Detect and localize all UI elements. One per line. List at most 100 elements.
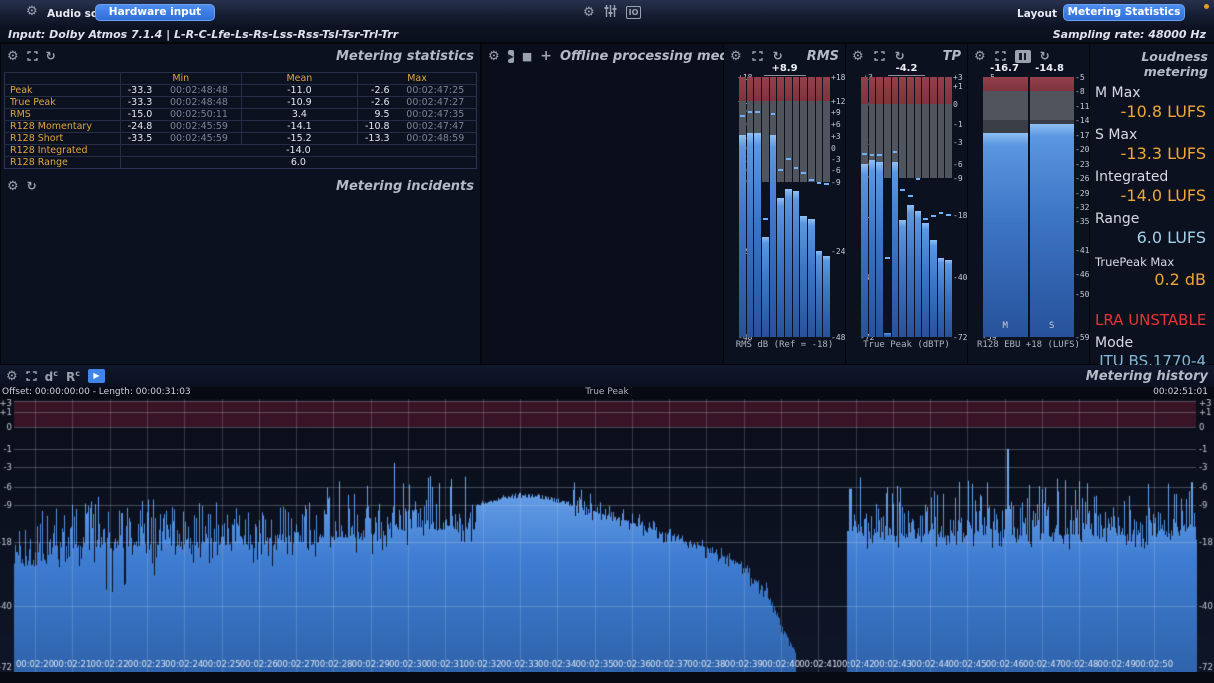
loudness-expand-icon[interactable]	[995, 48, 1006, 64]
stats-refresh-icon[interactable]: ↻	[46, 50, 56, 62]
meter-peak-marker	[908, 195, 913, 197]
meter-channel-column	[823, 77, 830, 337]
rms-meter-panel: ⚙ ↻ RMS +8.9 +18+12+9+6+30-3-6-9-24-48 +…	[724, 44, 845, 364]
meter-red-zone	[808, 77, 815, 101]
meter-channel-column	[922, 77, 929, 337]
window-indicator-dot	[1204, 4, 1209, 9]
meter-peak-marker	[778, 169, 783, 171]
meter-bar	[754, 133, 761, 338]
io-icon[interactable]: IO	[626, 6, 642, 19]
incidents-refresh-icon[interactable]: ↻	[27, 180, 37, 192]
meter-channel-column	[907, 77, 914, 337]
meter-tick-label: +3	[953, 73, 966, 82]
meter-tick-label: +1	[953, 82, 966, 91]
meter-peak-marker	[748, 111, 753, 113]
meter-tick-label: -6	[831, 166, 844, 175]
mode-label: Mode	[1095, 335, 1209, 351]
history-current-time: 00:02:51:01	[1153, 387, 1208, 397]
loudness-gear-icon[interactable]: ⚙	[974, 50, 986, 63]
meter-red-zone	[793, 77, 800, 101]
loudness-item-value: 6.0 LUFS	[1095, 228, 1209, 247]
meter-red-zone	[983, 77, 1028, 91]
tp-gear-icon[interactable]: ⚙	[852, 50, 864, 63]
metering-statistics-button[interactable]: Metering Statistics	[1063, 4, 1185, 21]
meter-bar	[770, 135, 777, 337]
sliders-icon[interactable]	[604, 4, 617, 21]
metering-history-canvas[interactable]	[0, 399, 1214, 672]
meter-bar	[1030, 124, 1075, 337]
meter-channel-column	[861, 77, 868, 337]
offline-processing-panel: ⚙ ▶ ■ + Offline processing media ...	[482, 44, 723, 364]
meter-channel-column	[945, 77, 952, 337]
meter-tick-label: -23	[1075, 160, 1088, 169]
tp-meter-bars	[861, 77, 952, 337]
meter-red-zone	[915, 77, 922, 104]
meter-peak-marker	[801, 172, 806, 174]
stats-expand-icon[interactable]	[27, 48, 38, 64]
audio-source-gear-icon[interactable]: ⚙	[26, 5, 38, 18]
meter-tick-label: +3	[831, 132, 844, 141]
incidents-gear-icon[interactable]: ⚙	[7, 180, 19, 193]
meter-red-zone	[747, 77, 754, 101]
meter-channel-column	[770, 77, 777, 337]
loudness-scale-left: -5-8-11-14-17-20-23-26-29-32-35-41-46-50…	[969, 77, 982, 337]
meter-red-zone	[762, 77, 769, 101]
meter-channel-column	[747, 77, 754, 337]
meter-tick-label: 0	[831, 144, 844, 153]
meter-bar	[938, 258, 945, 337]
meter-tick-label: -29	[1075, 189, 1088, 198]
meter-red-zone	[785, 77, 792, 101]
loudness-pause-button[interactable]	[1015, 50, 1031, 63]
meter-gray-zone	[816, 101, 823, 182]
stats-col-header: Min	[120, 73, 241, 85]
meter-red-zone	[930, 77, 937, 104]
meter-peak-marker	[900, 189, 905, 191]
meter-gray-zone	[899, 104, 906, 178]
meter-tick-label: +9	[831, 108, 844, 117]
meter-red-zone	[1030, 77, 1075, 91]
tp-scale-right: +3+10-1-3-6-9-18-40-72	[953, 77, 966, 337]
meter-tick-label: -8	[1075, 87, 1088, 96]
meter-tick-label: -24	[831, 247, 844, 256]
meter-bar	[930, 240, 937, 337]
duration-counter-icon[interactable]: dc	[45, 369, 58, 384]
meter-gray-zone	[1030, 91, 1075, 124]
stats-gear-icon[interactable]: ⚙	[7, 50, 19, 63]
loudness-scale-right: -5-8-11-14-17-20-23-26-29-32-35-41-46-50…	[1075, 77, 1088, 337]
offline-play-button[interactable]: ▶	[508, 50, 514, 63]
settings-gear-icon[interactable]: ⚙	[583, 6, 595, 19]
loudness-panel-title: Loudness metering	[1095, 49, 1208, 79]
loudness-readout-panel: Loudness metering M Max-10.8 LUFSS Max-1…	[1090, 44, 1214, 364]
hardware-input-button[interactable]: Hardware input	[95, 4, 215, 21]
meter-peak-marker	[923, 218, 928, 220]
rms-gear-icon[interactable]: ⚙	[730, 50, 742, 63]
tp-meter-panel: ⚙ ↻ TP -4.2 +3+10-1-3-6-9-18-40-72 +3+10…	[846, 44, 967, 364]
meter-gray-zone	[907, 104, 914, 178]
meter-red-zone	[777, 77, 784, 101]
loudness-item-label: Range	[1095, 211, 1209, 227]
tp-expand-icon[interactable]	[874, 48, 885, 64]
meter-channel-column	[930, 77, 937, 337]
offline-stop-button[interactable]: ■	[522, 51, 532, 62]
meter-channel-column	[816, 77, 823, 337]
meter-peak-marker	[946, 214, 951, 216]
meter-red-zone	[770, 77, 777, 101]
meter-bar	[793, 191, 800, 337]
history-expand-icon[interactable]	[26, 368, 37, 384]
history-play-button[interactable]: ▶	[88, 369, 105, 383]
history-gear-icon[interactable]: ⚙	[6, 370, 18, 383]
meter-bar	[884, 333, 891, 337]
tp-panel-title: TP	[943, 49, 961, 64]
meter-gray-zone	[808, 101, 815, 182]
loudness-refresh-icon[interactable]: ↻	[1040, 50, 1050, 62]
rms-expand-icon[interactable]	[752, 48, 763, 64]
offline-add-button[interactable]: +	[540, 49, 552, 63]
meter-peak-marker	[893, 151, 898, 153]
meter-red-zone	[869, 77, 876, 104]
reset-counter-icon[interactable]: Rc	[66, 369, 80, 384]
meter-tick-label: +6	[831, 120, 844, 129]
rms-refresh-icon[interactable]: ↻	[773, 50, 783, 62]
tp-refresh-icon[interactable]: ↻	[895, 50, 905, 62]
offline-gear-icon[interactable]: ⚙	[488, 50, 500, 63]
meter-tick-label: -11	[1075, 102, 1088, 111]
